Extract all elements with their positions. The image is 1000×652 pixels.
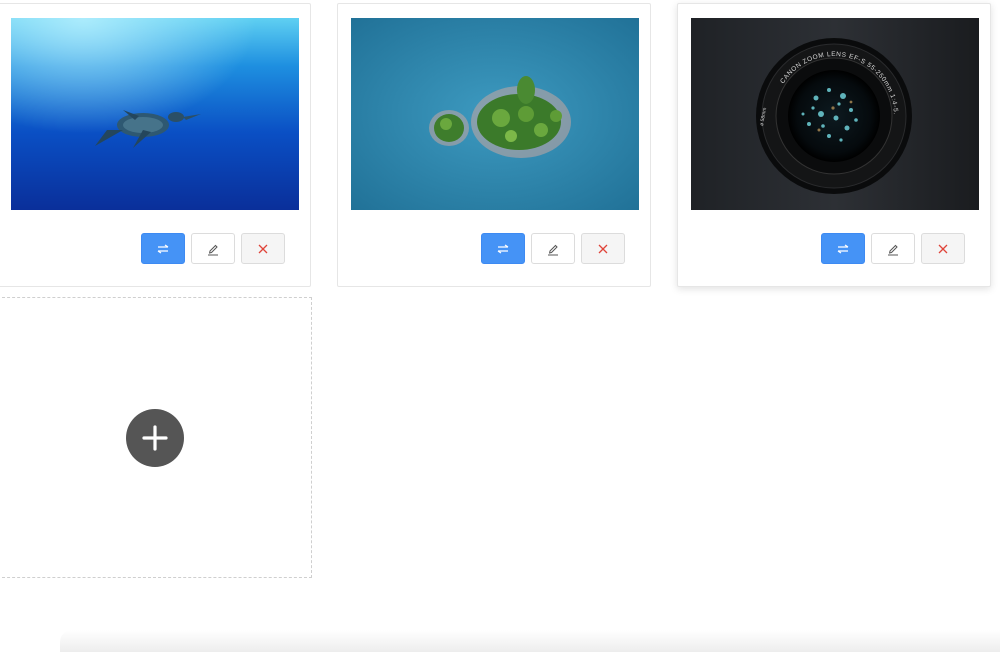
image-card-2 xyxy=(337,3,651,287)
swap-button[interactable] xyxy=(141,233,185,264)
pencil-icon xyxy=(548,244,558,255)
image-gallery: CANON ZOOM LENS EF-S 55-250mm 1:4-5.6 IS… xyxy=(0,0,1000,652)
edit-button[interactable] xyxy=(191,233,235,264)
island-image xyxy=(351,18,639,210)
pencil-icon xyxy=(888,244,898,255)
image-card-1 xyxy=(0,3,311,287)
image-thumbnail-island[interactable] xyxy=(351,18,639,210)
bottom-bar-shadow xyxy=(60,630,1000,652)
plus-icon xyxy=(141,424,168,451)
pencil-icon xyxy=(208,244,218,255)
swap-arrows-icon xyxy=(837,244,849,253)
image-thumbnail-turtle[interactable] xyxy=(11,18,299,210)
close-icon xyxy=(598,244,608,253)
lens-image: CANON ZOOM LENS EF-S 55-250mm 1:4-5.6 IS… xyxy=(691,18,979,210)
turtle-image xyxy=(11,18,299,210)
image-card-3: CANON ZOOM LENS EF-S 55-250mm 1:4-5.6 IS… xyxy=(677,3,991,287)
delete-button[interactable] xyxy=(241,233,285,264)
swap-button[interactable] xyxy=(821,233,865,264)
delete-button[interactable] xyxy=(921,233,965,264)
swap-arrows-icon xyxy=(157,244,169,253)
close-icon xyxy=(258,244,268,253)
close-icon xyxy=(938,244,948,253)
swap-arrows-icon xyxy=(497,244,509,253)
edit-button[interactable] xyxy=(871,233,915,264)
add-image-card[interactable] xyxy=(0,297,312,578)
card-actions xyxy=(141,233,285,264)
delete-button[interactable] xyxy=(581,233,625,264)
card-actions xyxy=(821,233,965,264)
edit-button[interactable] xyxy=(531,233,575,264)
swap-button[interactable] xyxy=(481,233,525,264)
add-image-button[interactable] xyxy=(125,408,184,467)
image-thumbnail-lens[interactable]: CANON ZOOM LENS EF-S 55-250mm 1:4-5.6 IS… xyxy=(691,18,979,210)
card-actions xyxy=(481,233,625,264)
